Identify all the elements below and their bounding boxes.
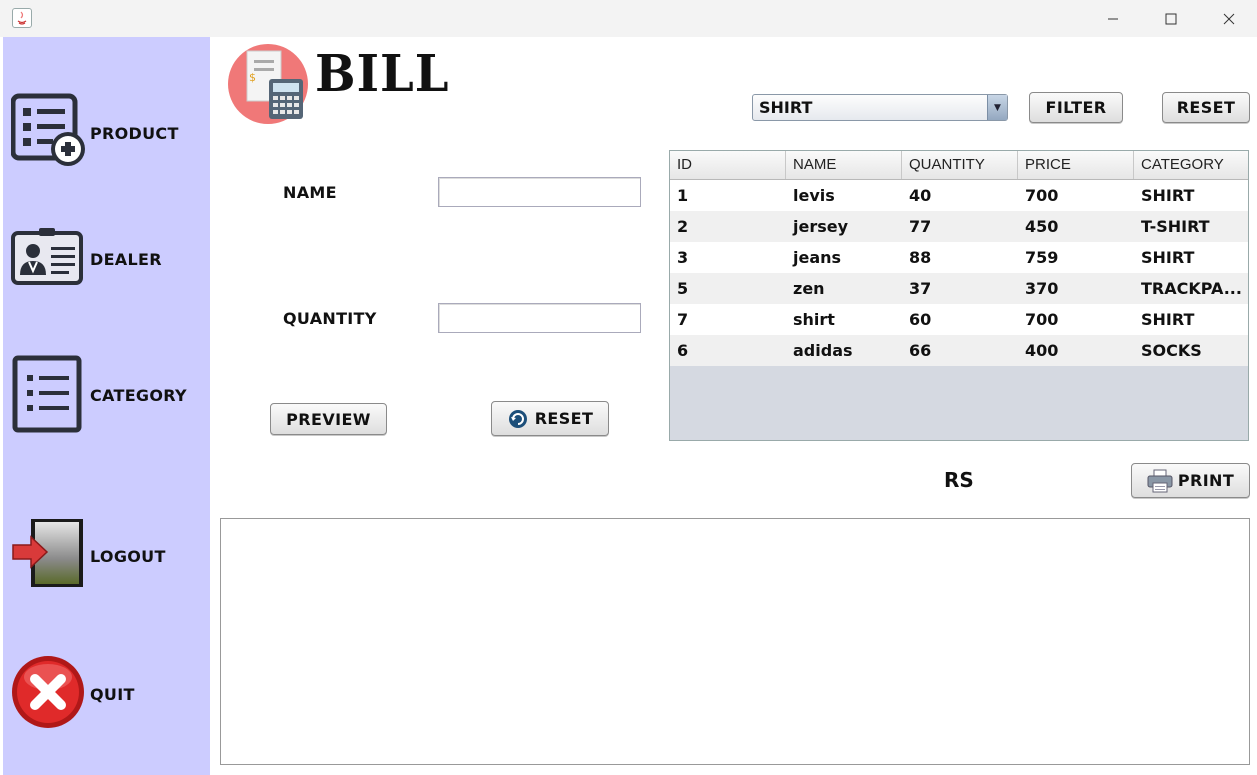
minimize-button[interactable] bbox=[1084, 0, 1142, 37]
java-app-icon bbox=[12, 8, 32, 28]
cell-id: 1 bbox=[677, 186, 689, 205]
cell-id: 6 bbox=[677, 341, 689, 360]
sidebar-item-quit[interactable]: QUIT bbox=[11, 655, 211, 735]
column-header-id[interactable]: ID bbox=[670, 151, 786, 179]
table-header: ID NAME QUANTITY PRICE CATEGORY bbox=[670, 151, 1248, 180]
table-row[interactable]: 1 levis 40 700 SHIRT bbox=[670, 180, 1248, 211]
cell-id: 2 bbox=[677, 217, 689, 236]
table-row[interactable]: 5 zen 37 370 TRACKPA... bbox=[670, 273, 1248, 304]
page-title: BILL bbox=[315, 44, 450, 104]
cell-name: shirt bbox=[793, 310, 835, 329]
cell-price: 759 bbox=[1025, 248, 1059, 267]
cell-quantity: 77 bbox=[909, 217, 932, 236]
sidebar-item-label: DEALER bbox=[90, 250, 162, 269]
cell-quantity: 40 bbox=[909, 186, 932, 205]
sidebar-item-product[interactable]: PRODUCT bbox=[11, 92, 211, 172]
table-row[interactable]: 6 adidas 66 400 SOCKS bbox=[670, 335, 1248, 366]
cell-price: 700 bbox=[1025, 186, 1059, 205]
print-button-label: PRINT bbox=[1177, 471, 1235, 490]
svg-text:$: $ bbox=[249, 71, 256, 84]
sidebar-item-logout[interactable]: LOGOUT bbox=[11, 517, 211, 597]
quantity-label: QUANTITY bbox=[283, 309, 377, 328]
quantity-input[interactable] bbox=[438, 303, 641, 333]
minimize-icon bbox=[1108, 18, 1118, 19]
filter-reset-button-label: RESET bbox=[1176, 98, 1236, 117]
cell-category: SHIRT bbox=[1141, 248, 1195, 267]
column-header-price[interactable]: PRICE bbox=[1018, 151, 1134, 179]
category-list-icon bbox=[12, 355, 82, 433]
refresh-icon bbox=[508, 409, 527, 428]
sidebar: PRODUCT DEALER CATEGORY LOGOUT QUIT bbox=[3, 37, 210, 775]
cell-quantity: 37 bbox=[909, 279, 932, 298]
product-table[interactable]: ID NAME QUANTITY PRICE CATEGORY 1 levis … bbox=[669, 150, 1249, 441]
filter-reset-button[interactable]: RESET bbox=[1162, 92, 1250, 123]
dealer-id-card-icon bbox=[11, 228, 83, 285]
filter-button-label: FILTER bbox=[1045, 98, 1107, 117]
printer-icon bbox=[1147, 469, 1173, 492]
sidebar-item-label: QUIT bbox=[90, 685, 135, 704]
preview-button[interactable]: PREVIEW bbox=[270, 403, 387, 435]
cell-category: SHIRT bbox=[1141, 310, 1195, 329]
cell-price: 400 bbox=[1025, 341, 1059, 360]
cell-name: adidas bbox=[793, 341, 853, 360]
bill-preview-textarea[interactable] bbox=[220, 518, 1250, 765]
chevron-down-icon[interactable]: ▼ bbox=[987, 95, 1007, 120]
product-add-icon bbox=[11, 93, 85, 166]
cell-category: TRACKPA... bbox=[1141, 279, 1242, 298]
table-row[interactable]: 3 jeans 88 759 SHIRT bbox=[670, 242, 1248, 273]
name-input[interactable] bbox=[438, 177, 641, 207]
window-titlebar bbox=[0, 0, 1257, 37]
filter-button[interactable]: FILTER bbox=[1029, 92, 1123, 123]
cell-id: 5 bbox=[677, 279, 689, 298]
cell-quantity: 66 bbox=[909, 341, 932, 360]
table-row[interactable]: 2 jersey 77 450 T-SHIRT bbox=[670, 211, 1248, 242]
cell-name: levis bbox=[793, 186, 835, 205]
reset-button-label: RESET bbox=[534, 409, 594, 428]
category-dropdown-value: SHIRT bbox=[759, 98, 813, 117]
cell-price: 370 bbox=[1025, 279, 1059, 298]
cell-category: T-SHIRT bbox=[1141, 217, 1210, 236]
logout-door-icon bbox=[12, 519, 83, 587]
sidebar-item-label: CATEGORY bbox=[90, 386, 187, 405]
cell-price: 450 bbox=[1025, 217, 1059, 236]
close-window-button[interactable] bbox=[1200, 0, 1257, 37]
cell-category: SOCKS bbox=[1141, 341, 1202, 360]
close-icon bbox=[1223, 13, 1235, 24]
cell-quantity: 60 bbox=[909, 310, 932, 329]
cell-name: zen bbox=[793, 279, 825, 298]
table-row[interactable]: 7 shirt 60 700 SHIRT bbox=[670, 304, 1248, 335]
quit-x-icon bbox=[12, 656, 84, 728]
sidebar-item-label: LOGOUT bbox=[90, 547, 166, 566]
maximize-icon bbox=[1165, 13, 1177, 24]
print-button[interactable]: PRINT bbox=[1131, 463, 1250, 498]
name-label: NAME bbox=[283, 183, 337, 202]
cell-id: 7 bbox=[677, 310, 689, 329]
cell-id: 3 bbox=[677, 248, 689, 267]
total-rs-label: RS bbox=[944, 468, 974, 492]
sidebar-item-category[interactable]: CATEGORY bbox=[11, 355, 211, 435]
column-header-category[interactable]: CATEGORY bbox=[1134, 151, 1248, 179]
form-reset-button[interactable]: RESET bbox=[491, 401, 609, 436]
cell-name: jeans bbox=[793, 248, 842, 267]
column-header-quantity[interactable]: QUANTITY bbox=[902, 151, 1018, 179]
column-header-name[interactable]: NAME bbox=[786, 151, 902, 179]
category-dropdown[interactable]: SHIRT ▼ bbox=[752, 94, 1008, 121]
maximize-button[interactable] bbox=[1142, 0, 1200, 37]
bill-logo-icon: $ bbox=[228, 44, 308, 124]
sidebar-item-label: PRODUCT bbox=[90, 124, 179, 143]
cell-quantity: 88 bbox=[909, 248, 932, 267]
preview-button-label: PREVIEW bbox=[286, 409, 371, 429]
cell-name: jersey bbox=[793, 217, 849, 236]
cell-price: 700 bbox=[1025, 310, 1059, 329]
cell-category: SHIRT bbox=[1141, 186, 1195, 205]
sidebar-item-dealer[interactable]: DEALER bbox=[11, 227, 211, 307]
